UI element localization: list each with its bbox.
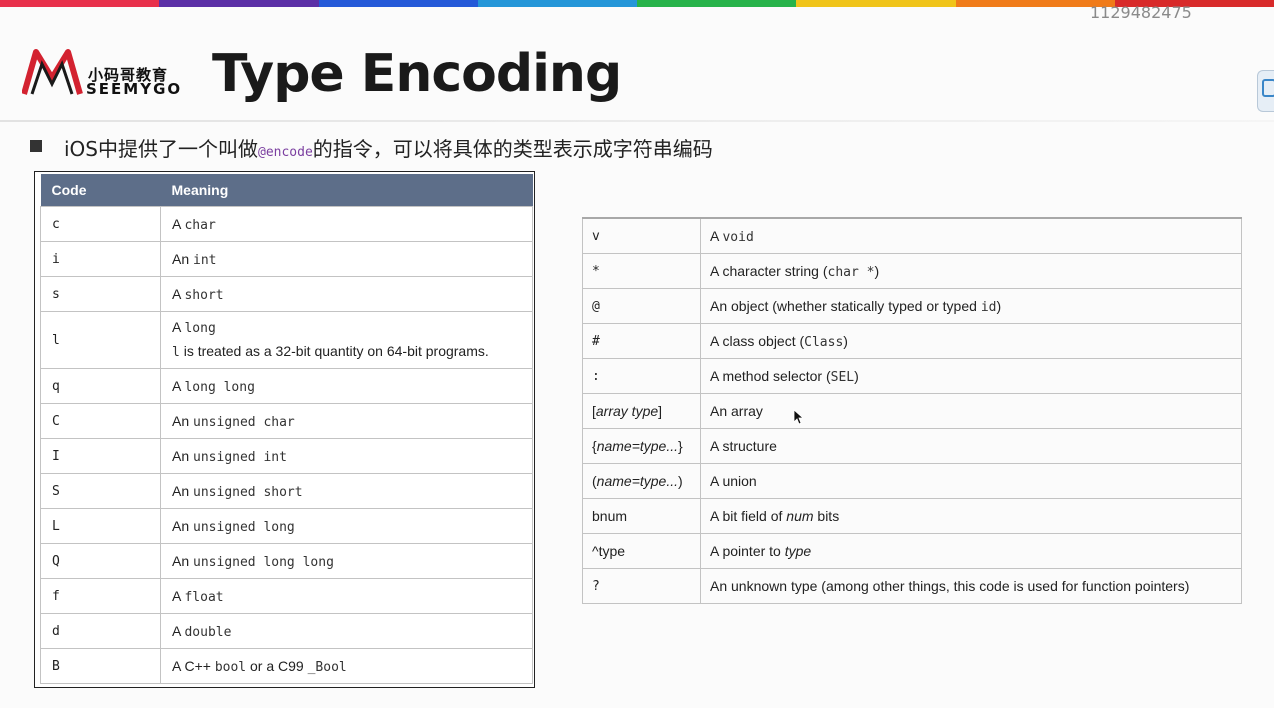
meaning-cell: An unsigned int — [160, 438, 533, 474]
code-cell: L — [40, 508, 161, 544]
code-cell: bnum — [582, 498, 701, 534]
watermark-id: 1129482475 — [1090, 3, 1192, 22]
table-row: fA float — [40, 578, 533, 614]
meaning-cell: A double — [160, 613, 533, 649]
meaning-cell: A method selector (SEL) — [700, 358, 1242, 394]
table-row: ? An unknown type (among other things, th… — [582, 568, 1242, 604]
meaning-cell: A union — [700, 463, 1242, 499]
table-row: dA double — [40, 613, 533, 649]
meaning-cell: A pointer to type — [700, 533, 1242, 569]
meaning-cell: An unsigned long — [160, 508, 533, 544]
code-cell: ^type — [582, 533, 701, 569]
code-cell: {name=type...} — [582, 428, 701, 464]
bullet-square-icon — [30, 140, 42, 152]
table-row: # A class object (Class) — [582, 323, 1242, 359]
table-row: {name=type...} A structure — [582, 428, 1242, 464]
code-cell: v — [582, 217, 701, 254]
table-row: cA char — [40, 206, 533, 242]
code-cell: l — [40, 311, 161, 369]
table-row: Q An unsigned long long — [40, 543, 533, 579]
table-header-row: Code Meaning — [40, 174, 533, 207]
code-cell: : — [582, 358, 701, 394]
left-table-frame: Code Meaning cA char i An int sA short lA… — [34, 171, 535, 688]
top-color-bar — [0, 0, 1274, 7]
mouse-pointer-icon — [793, 409, 803, 425]
bullet-text: iOS中提供了一个叫做@encode的指令，可以将具体的类型表示成字符串编码 — [64, 137, 713, 161]
meaning-cell: A long long — [160, 368, 533, 404]
meaning-cell: A char — [160, 206, 533, 242]
meaning-cell: A float — [160, 578, 533, 614]
meaning-cell: An unsigned short — [160, 473, 533, 509]
table-row: bnum A bit field of num bits — [582, 498, 1242, 534]
code-cell: c — [40, 206, 161, 242]
table-row: (name=type...) A union — [582, 463, 1242, 499]
type-code-table-left: Code Meaning cA char i An int sA short lA… — [40, 174, 533, 684]
table-row: qA long long — [40, 368, 533, 404]
meaning-cell: An unsigned long long — [160, 543, 533, 579]
type-code-table-right: vA void * A character string (char *) @ An… — [582, 217, 1242, 604]
code-cell: s — [40, 276, 161, 312]
table-row: [array type] An array — [582, 393, 1242, 429]
app-icon — [1262, 79, 1274, 97]
meaning-cell: An unknown type (among other things, thi… — [700, 568, 1242, 604]
meaning-cell: An array — [700, 393, 1242, 429]
code-cell: [array type] — [582, 393, 701, 429]
column-header-meaning: Meaning — [160, 174, 533, 207]
code-cell: (name=type...) — [582, 463, 701, 499]
meaning-cell: An int — [160, 241, 533, 277]
header-divider — [0, 120, 1274, 122]
column-header-code: Code — [40, 174, 161, 207]
code-cell: I — [40, 438, 161, 474]
side-toolbar-tab[interactable] — [1257, 70, 1274, 112]
code-cell: d — [40, 613, 161, 649]
meaning-cell: A structure — [700, 428, 1242, 464]
table-row: vA void — [582, 217, 1242, 254]
code-cell: # — [582, 323, 701, 359]
logo-english-text: SEEMYGO — [86, 80, 183, 98]
meaning-cell: A short — [160, 276, 533, 312]
table-row: i An int — [40, 241, 533, 277]
meaning-cell: An unsigned char — [160, 403, 533, 439]
code-cell: * — [582, 253, 701, 289]
meaning-cell: A bit field of num bits — [700, 498, 1242, 534]
table-row: BA C++ bool or a C99 _Bool — [40, 648, 533, 684]
table-row: S An unsigned short — [40, 473, 533, 509]
code-cell: ? — [582, 568, 701, 604]
slide-title: Type Encoding — [212, 44, 622, 104]
code-cell: @ — [582, 288, 701, 324]
meaning-cell: A long l is treated as a 32-bit quantity … — [160, 311, 533, 369]
meaning-cell: A character string (char *) — [700, 253, 1242, 289]
code-cell: i — [40, 241, 161, 277]
meaning-cell: A class object (Class) — [700, 323, 1242, 359]
table-row: sA short — [40, 276, 533, 312]
code-cell: f — [40, 578, 161, 614]
table-row: lA long l is treated as a 32-bit quantity… — [40, 311, 533, 369]
table-row: L An unsigned long — [40, 508, 533, 544]
code-cell: C — [40, 403, 161, 439]
code-cell: S — [40, 473, 161, 509]
meaning-cell: An object (whether statically typed or t… — [700, 288, 1242, 324]
table-row: ^type A pointer to type — [582, 533, 1242, 569]
encode-directive: @encode — [258, 145, 313, 160]
table-row: @ An object (whether statically typed or … — [582, 288, 1242, 324]
meaning-cell: A C++ bool or a C99 _Bool — [160, 648, 533, 684]
code-cell: Q — [40, 543, 161, 579]
code-cell: q — [40, 368, 161, 404]
table-row: I An unsigned int — [40, 438, 533, 474]
table-row: * A character string (char *) — [582, 253, 1242, 289]
code-cell: B — [40, 648, 161, 684]
meaning-cell: A void — [700, 217, 1242, 254]
table-row: C An unsigned char — [40, 403, 533, 439]
table-row: :A method selector (SEL) — [582, 358, 1242, 394]
